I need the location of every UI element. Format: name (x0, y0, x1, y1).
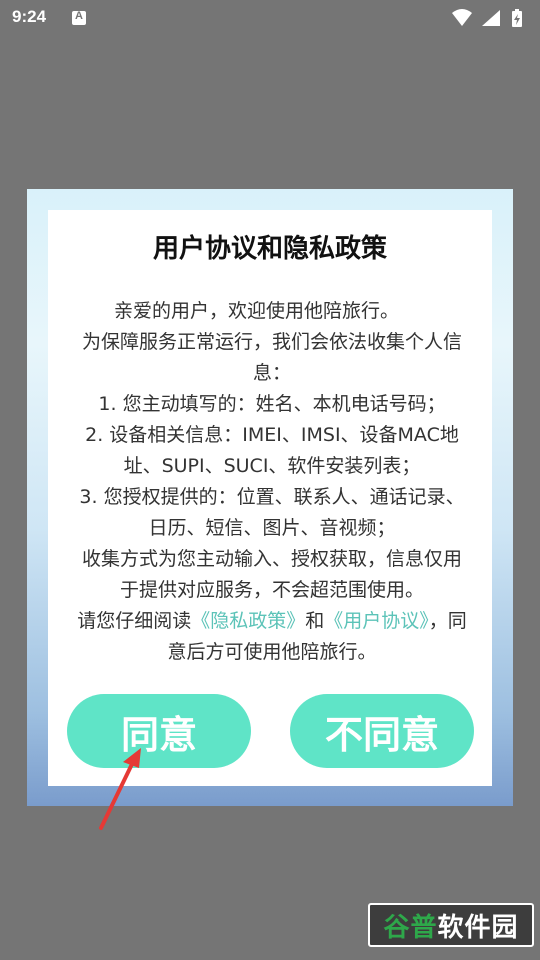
a-icon: A (72, 10, 86, 25)
status-bar: 9:24 A (0, 0, 540, 36)
collection-text: 收集方式为您主动输入、授权获取，信息仅用于提供对应服务，不会超范围使用。 (81, 548, 462, 601)
read-notice: 请您仔细阅读《隐私政策》和《用户协议》，同意后方可使用他陪旅行。 (77, 610, 467, 663)
watermark-logo: 谷普 软件园 (368, 903, 534, 947)
user-agreement-link[interactable]: 《用户协议》 (324, 610, 429, 632)
red-arrow-icon (99, 748, 141, 830)
battery-icon (512, 9, 522, 27)
info-item-2: 2. 设备相关信息：IMEI、IMSI、设备MAC地址、SUPI、SUCI、软件… (85, 424, 459, 477)
wifi-icon (452, 9, 472, 26)
dialog-body: 亲爱的用户，欢迎使用他陪旅行。 为保障服务正常运行，我们会依法收集个人信息： 1… (76, 296, 468, 668)
info-item-3: 3. 您授权提供的：位置、联系人、通话记录、日历、短信、图片、音视频； (79, 486, 465, 539)
greeting-text: 亲爱的用户，欢迎使用他陪旅行。 (114, 300, 400, 322)
dialog-title: 用户协议和隐私政策 (152, 234, 387, 264)
disagree-button[interactable]: 不同意 (290, 694, 474, 768)
cell-signal-icon (482, 10, 500, 26)
status-time: 9:24 (12, 7, 47, 26)
privacy-policy-link[interactable]: 《隐私政策》 (191, 610, 305, 632)
intro-text: 为保障服务正常运行，我们会依法收集个人信息： (81, 331, 462, 384)
info-item-1: 1. 您主动填写的：姓名、本机电话号码； (98, 393, 446, 415)
